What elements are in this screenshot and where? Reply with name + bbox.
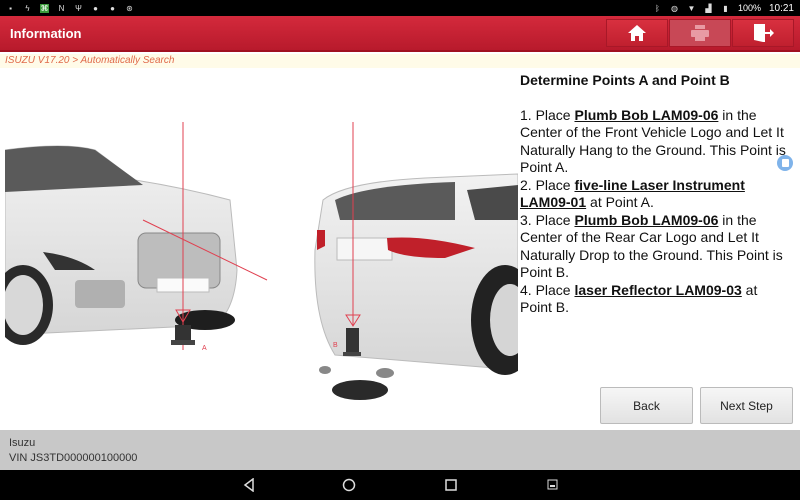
system-nav-bar	[0, 470, 800, 500]
note-icon	[781, 159, 789, 167]
next-step-button[interactable]: Next Step	[700, 387, 793, 424]
usb-icon: Ψ	[75, 3, 82, 13]
app-header: Information	[0, 16, 800, 52]
back-icon[interactable]	[242, 478, 256, 492]
breadcrumb: ISUZU V17.20 > Automatically Search	[0, 54, 800, 68]
instruction-step: 3. Place Plumb Bob LAM09-06 in the Cente…	[520, 211, 783, 281]
instructions-title: Determine Points A and Point B	[520, 72, 730, 88]
back-button[interactable]: Back	[600, 387, 693, 424]
instruction-step: 1. Place Plumb Bob LAM09-06 in the Cente…	[520, 106, 786, 176]
home-button[interactable]	[606, 19, 668, 47]
accessibility-icon: ⊛	[126, 3, 133, 13]
tool-link[interactable]: Plumb Bob LAM09-06	[574, 212, 718, 228]
rear-vehicle	[314, 173, 518, 400]
print-button[interactable]	[669, 19, 731, 47]
shield-icon: ●	[93, 3, 98, 13]
alignment-illustration: A B	[5, 70, 518, 430]
floating-note-button[interactable]	[777, 155, 793, 171]
battery-percent: 100%	[737, 3, 761, 13]
shield-icon: ●	[110, 3, 115, 13]
instruction-step: 4. Place laser Reflector LAM09-03 at Poi…	[520, 281, 758, 316]
recents-icon[interactable]	[444, 478, 458, 492]
point-a-label: A	[202, 345, 207, 352]
printer-icon	[691, 25, 709, 41]
clock: 10:21	[768, 2, 794, 14]
vibrate-icon: ◍	[670, 3, 678, 13]
signal-icon: ▟	[705, 3, 712, 13]
n-icon: N	[58, 3, 65, 13]
page-title: Information	[10, 26, 82, 41]
status-bar: ▪ ϟ ⌘ N Ψ ● ● ⊛ ᛒ ◍ ▼ ▟ ▮ 100% 10:21	[0, 0, 800, 16]
vehicle-make: Isuzu	[9, 437, 36, 449]
vehicle-info-footer: Isuzu VIN JS3TD000000100000	[0, 430, 800, 470]
instruction-step: 2. Place five-line Laser Instrument LAM0…	[520, 176, 745, 211]
gallery-icon: ▪	[9, 3, 12, 13]
exit-button[interactable]	[732, 19, 794, 47]
screenshot-icon[interactable]	[547, 479, 558, 490]
tool-link[interactable]: Plumb Bob LAM09-06	[574, 107, 718, 123]
battery-icon: ▮	[723, 3, 728, 13]
wifi-icon: ▼	[687, 3, 696, 13]
vehicle-vin: VIN JS3TD000000100000	[9, 452, 138, 464]
home-circle-icon[interactable]	[342, 478, 356, 492]
bluetooth-icon: ᛒ	[655, 3, 660, 13]
instructions-panel: Determine Points A and Point B 1. Place …	[520, 72, 790, 317]
exit-icon	[754, 24, 774, 42]
tool-link[interactable]: laser Reflector LAM09-03	[574, 282, 741, 298]
app-icon: ⌘	[40, 3, 49, 13]
point-b-label: B	[333, 342, 338, 349]
front-vehicle	[5, 145, 238, 345]
home-icon	[628, 25, 646, 41]
usb-debug-icon: ϟ	[25, 3, 30, 13]
